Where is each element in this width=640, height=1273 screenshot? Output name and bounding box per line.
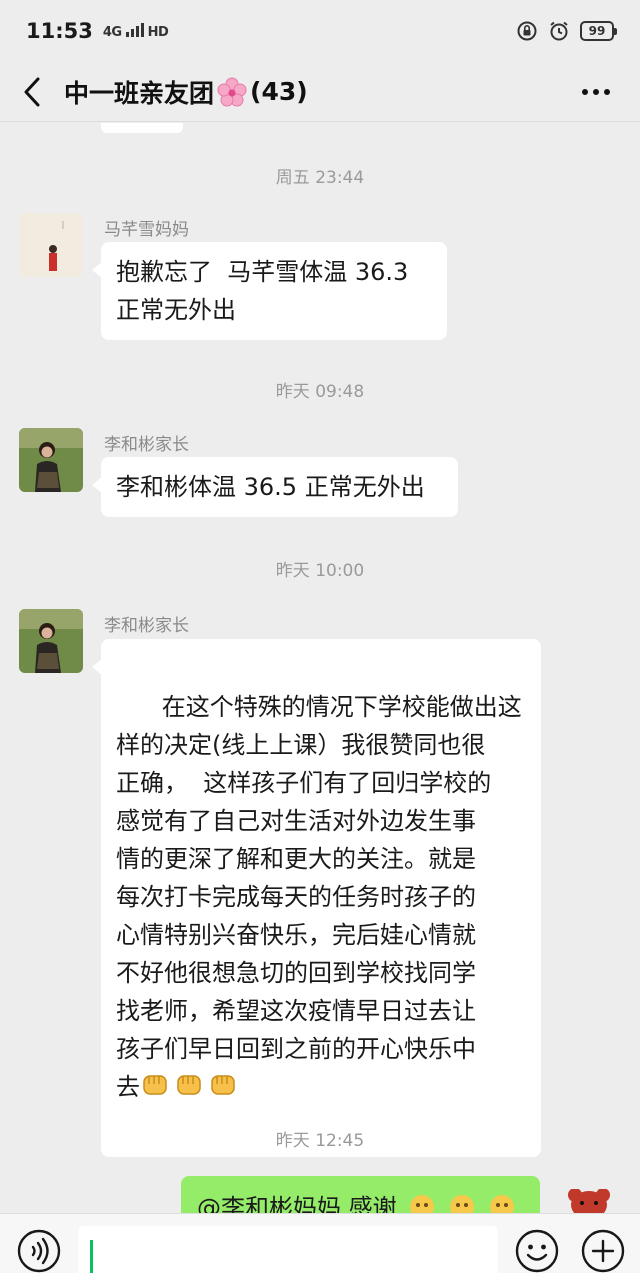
cherry-blossom-icon (217, 77, 247, 106)
my-avatar[interactable] (557, 1189, 621, 1213)
timestamp: 昨天 09:48 (275, 382, 365, 402)
avatar-image (19, 428, 83, 492)
message-bubble[interactable]: 抱歉忘了 马芊雪体温 36.3 正常无外出 (92, 242, 447, 340)
smile-emoji-icon (489, 1195, 514, 1213)
message-text: 在这个特殊的情况下学校能做出这 样的决定(线上上课）我很赞同也很 正确， 这样孩… (116, 693, 522, 1101)
avatar-image (557, 1189, 621, 1213)
avatar[interactable] (19, 428, 83, 492)
plus-icon[interactable] (580, 1228, 626, 1273)
input-bar (0, 1213, 640, 1273)
sender-name: 马芊雪妈妈 (104, 220, 189, 240)
timestamp: 昨天 10:00 (275, 561, 365, 581)
sender-name: 李和彬家长 (104, 435, 189, 455)
timestamp: 昨天 12:45 (275, 1131, 365, 1151)
lock-rotation-icon (517, 21, 537, 41)
message-bubble[interactable]: 李和彬体温 36.5 正常无外出 (92, 457, 458, 517)
text-cursor (90, 1240, 93, 1273)
smile-emoji-icon (410, 1195, 435, 1213)
emoji-icon[interactable] (514, 1228, 560, 1273)
avatar-image (19, 213, 83, 277)
chat-title: 中一班亲友团 (43) (64, 74, 308, 110)
my-message-bubble[interactable]: @李和彬妈妈 感谢 (181, 1176, 540, 1213)
fist-emoji-icon (143, 1075, 167, 1095)
message-bubble[interactable]: 在这个特殊的情况下学校能做出这 样的决定(线上上课）我很赞同也很 正确， 这样孩… (92, 639, 541, 1157)
status-time: 11:53 (26, 19, 93, 43)
message-input[interactable] (78, 1226, 498, 1273)
group-name: 中一班亲友团 (64, 78, 215, 108)
hd-label: HD (147, 24, 169, 40)
fist-emoji-icon (211, 1075, 235, 1095)
network-indicator: 4G HD (102, 22, 169, 40)
avatar[interactable] (19, 213, 83, 277)
timestamp: 周五 23:44 (275, 168, 365, 188)
alarm-clock-icon (550, 21, 568, 41)
battery-level: 99 (588, 24, 606, 38)
member-count: (43) (250, 77, 308, 106)
voice-input-icon[interactable] (16, 1228, 62, 1273)
fist-emoji-icon (177, 1075, 201, 1095)
message-list[interactable]: 周五 23:44 马芊雪妈妈 抱歉忘了 马芊雪体温 36.3 正常无外出 昨天 … (0, 123, 640, 1213)
previous-message-bubble[interactable] (101, 123, 183, 133)
chat-header: 中一班亲友团 (43) (0, 62, 640, 122)
message-text: @李和彬妈妈 感谢 (197, 1194, 397, 1213)
back-button[interactable] (0, 62, 64, 122)
sender-name: 李和彬家长 (104, 616, 189, 636)
network-type: 4G (102, 24, 122, 40)
avatar-image (19, 609, 83, 673)
more-options-button[interactable] (576, 76, 616, 108)
avatar[interactable] (19, 609, 83, 673)
more-dots-icon (582, 89, 610, 95)
chevron-left-icon (24, 77, 40, 106)
battery-indicator: 99 (580, 21, 617, 41)
signal-icon (125, 22, 144, 37)
smile-emoji-icon (449, 1195, 474, 1213)
status-bar: 11:53 4G HD 99 (0, 0, 640, 62)
